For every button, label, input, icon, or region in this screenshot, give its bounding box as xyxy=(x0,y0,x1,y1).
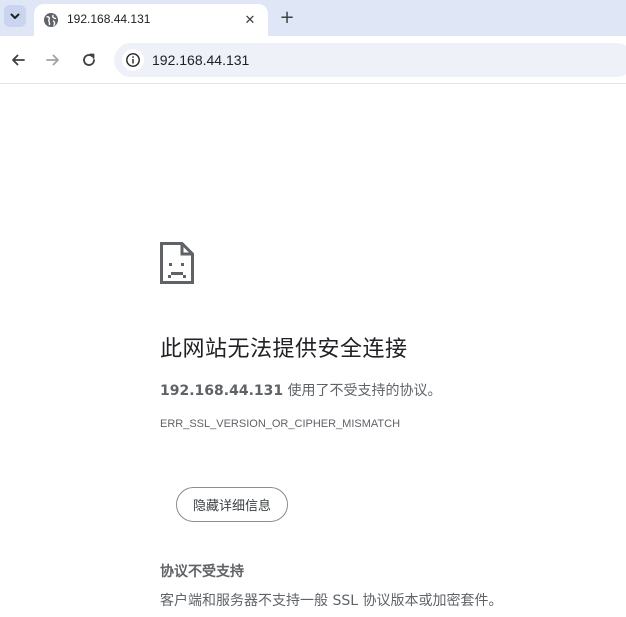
tab-search-button[interactable] xyxy=(4,5,26,27)
url-text: 192.168.44.131 xyxy=(152,52,250,68)
forward-button[interactable] xyxy=(41,48,65,72)
back-button[interactable] xyxy=(6,48,30,72)
reload-icon xyxy=(83,53,95,66)
error-heading: 此网站无法提供安全连接 xyxy=(160,337,408,362)
error-code: ERR_SSL_VERSION_OR_CIPHER_MISMATCH xyxy=(160,418,401,430)
address-bar[interactable]: 192.168.44.131 xyxy=(114,43,626,77)
error-message: 使用了不受支持的协议。 xyxy=(283,383,442,399)
hide-details-button[interactable]: 隐藏详细信息 xyxy=(176,487,288,522)
tab-close-icon[interactable]: ✕ xyxy=(240,10,260,30)
tab-title: 192.168.44.131 xyxy=(67,12,151,26)
chevron-down-icon xyxy=(10,13,20,19)
sad-page-icon xyxy=(160,242,194,284)
reload-button[interactable] xyxy=(77,48,101,72)
toolbar: 192.168.44.131 xyxy=(0,36,626,84)
error-host: 192.168.44.131 xyxy=(160,383,284,399)
globe-icon xyxy=(44,13,58,27)
error-description: 192.168.44.131 使用了不受支持的协议。 xyxy=(160,380,442,400)
active-tab[interactable]: 192.168.44.131 ✕ xyxy=(34,4,268,36)
details-heading: 协议不受支持 xyxy=(160,564,244,580)
back-arrow-icon xyxy=(12,54,25,66)
forward-arrow-icon xyxy=(46,54,59,66)
new-tab-button[interactable]: + xyxy=(276,6,298,28)
site-info-button[interactable] xyxy=(122,49,144,71)
tab-strip: 192.168.44.131 ✕ + xyxy=(0,0,626,36)
details-text: 客户端和服务器不支持一般 SSL 协议版本或加密套件。 xyxy=(160,593,503,609)
info-icon xyxy=(126,53,140,67)
